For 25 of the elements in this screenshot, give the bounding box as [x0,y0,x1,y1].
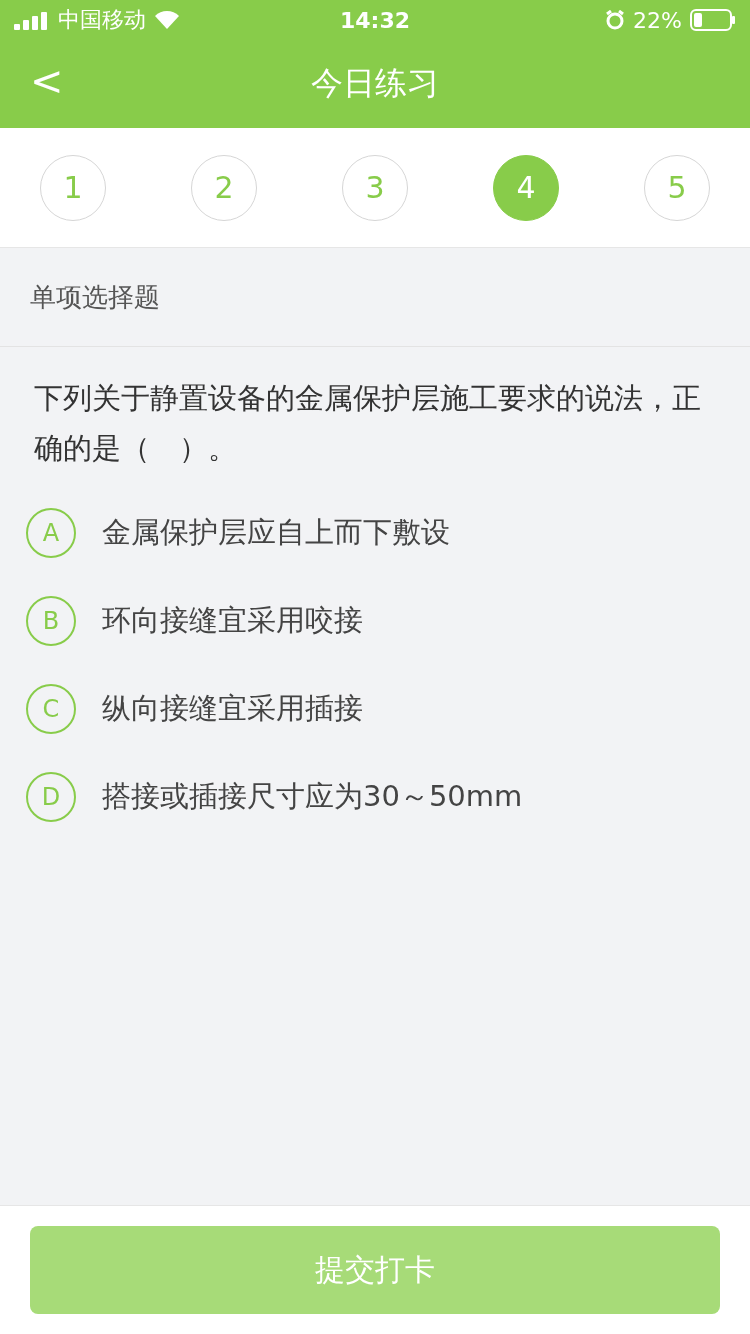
option-text[interactable]: 纵向接缝宜采用插接 [102,689,363,729]
option-text[interactable]: 环向接缝宜采用咬接 [102,601,363,641]
submit-button[interactable]: 提交打卡 [30,1226,720,1314]
option-letter[interactable]: C [26,684,76,734]
page-title: 今日练习 [311,63,439,104]
signal-icon [14,10,50,30]
alarm-icon [605,10,626,30]
question-number-tab[interactable]: 4 [493,154,559,221]
back-button[interactable]: < [22,58,72,104]
battery-icon [690,9,736,31]
carrier-name: 中国移动 [58,6,146,34]
question-number-tab[interactable]: 2 [191,154,257,221]
option-letter[interactable]: B [26,596,76,646]
question-number-tab[interactable]: 1 [40,154,106,221]
option-letter[interactable]: A [26,508,76,558]
option-letter[interactable]: D [26,772,76,822]
battery-percent: 22% [633,7,682,33]
option-text[interactable]: 搭接或插接尺寸应为30～50mm [102,777,523,817]
wifi-icon [154,10,180,30]
section-label: 单项选择题 [0,248,750,347]
question-text: 下列关于静置设备的金属保护层施工要求的说法，正确的是（ ）。 [34,380,702,467]
clock-time: 14:32 [340,7,410,33]
question-number-tab[interactable]: 3 [342,154,408,221]
option-text[interactable]: 金属保护层应自上而下敷设 [102,513,450,553]
question-number-tab[interactable]: 5 [644,154,710,221]
